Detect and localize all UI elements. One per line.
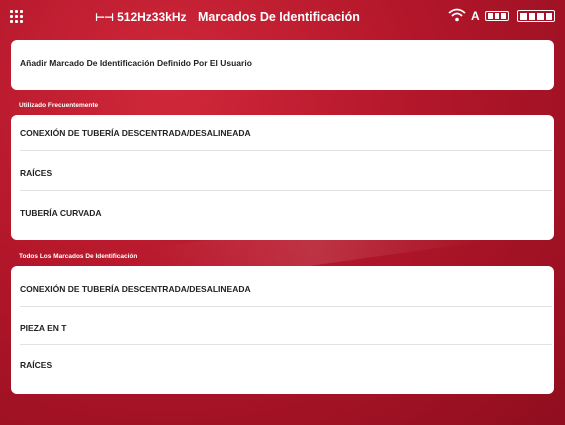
all-markers-list: CONEXIÓN DE TUBERÍA DESCENTRADA/DESALINE… bbox=[11, 266, 554, 394]
add-marker-label: Añadir Marcado De Identificación Definid… bbox=[20, 58, 252, 68]
list-item[interactable]: RAÍCES bbox=[11, 345, 554, 383]
all-section-heading: Todos Los Marcados De Identificación bbox=[19, 253, 138, 260]
list-item-label: CONEXIÓN DE TUBERÍA DESCENTRADA/DESALINE… bbox=[20, 128, 251, 138]
frequency-value: 512Hz33kHz bbox=[117, 10, 187, 24]
list-item-label: RAÍCES bbox=[20, 360, 53, 370]
keyboard-icon bbox=[485, 11, 509, 21]
list-item-label: CONEXIÓN DE TUBERÍA DESCENTRADA/DESALINE… bbox=[20, 284, 251, 294]
frequent-list: CONEXIÓN DE TUBERÍA DESCENTRADA/DESALINE… bbox=[11, 115, 554, 240]
add-marker-card[interactable]: Añadir Marcado De Identificación Definid… bbox=[11, 40, 554, 90]
list-item[interactable]: PIEZA EN T bbox=[11, 307, 554, 345]
list-item[interactable]: CONEXIÓN DE TUBERÍA DESCENTRADA/DESALINE… bbox=[11, 115, 554, 153]
list-item-label: TUBERÍA CURVADA bbox=[20, 208, 102, 218]
list-item[interactable]: CONEXIÓN DE TUBERÍA DESCENTRADA/DESALINE… bbox=[11, 266, 554, 304]
list-item[interactable]: RAÍCES bbox=[11, 151, 554, 189]
list-item-label: RAÍCES bbox=[20, 168, 53, 178]
frequent-section-heading: Utilizado Frecuentemente bbox=[19, 102, 99, 109]
wifi-icon bbox=[448, 8, 466, 22]
a-icon: A bbox=[471, 9, 480, 23]
status-bar: ⊢⊣ 512Hz33kHz Marcados De Identificación… bbox=[0, 0, 565, 36]
frequency-display: ⊢⊣ 512Hz33kHz bbox=[95, 10, 186, 24]
battery-icon bbox=[517, 10, 555, 22]
list-item[interactable]: TUBERÍA CURVADA bbox=[11, 191, 554, 229]
page-title: Marcados De Identificación bbox=[198, 10, 360, 24]
frequency-icon: ⊢⊣ bbox=[95, 11, 114, 24]
list-item-label: PIEZA EN T bbox=[20, 323, 67, 333]
menu-grid-icon[interactable] bbox=[10, 10, 26, 26]
